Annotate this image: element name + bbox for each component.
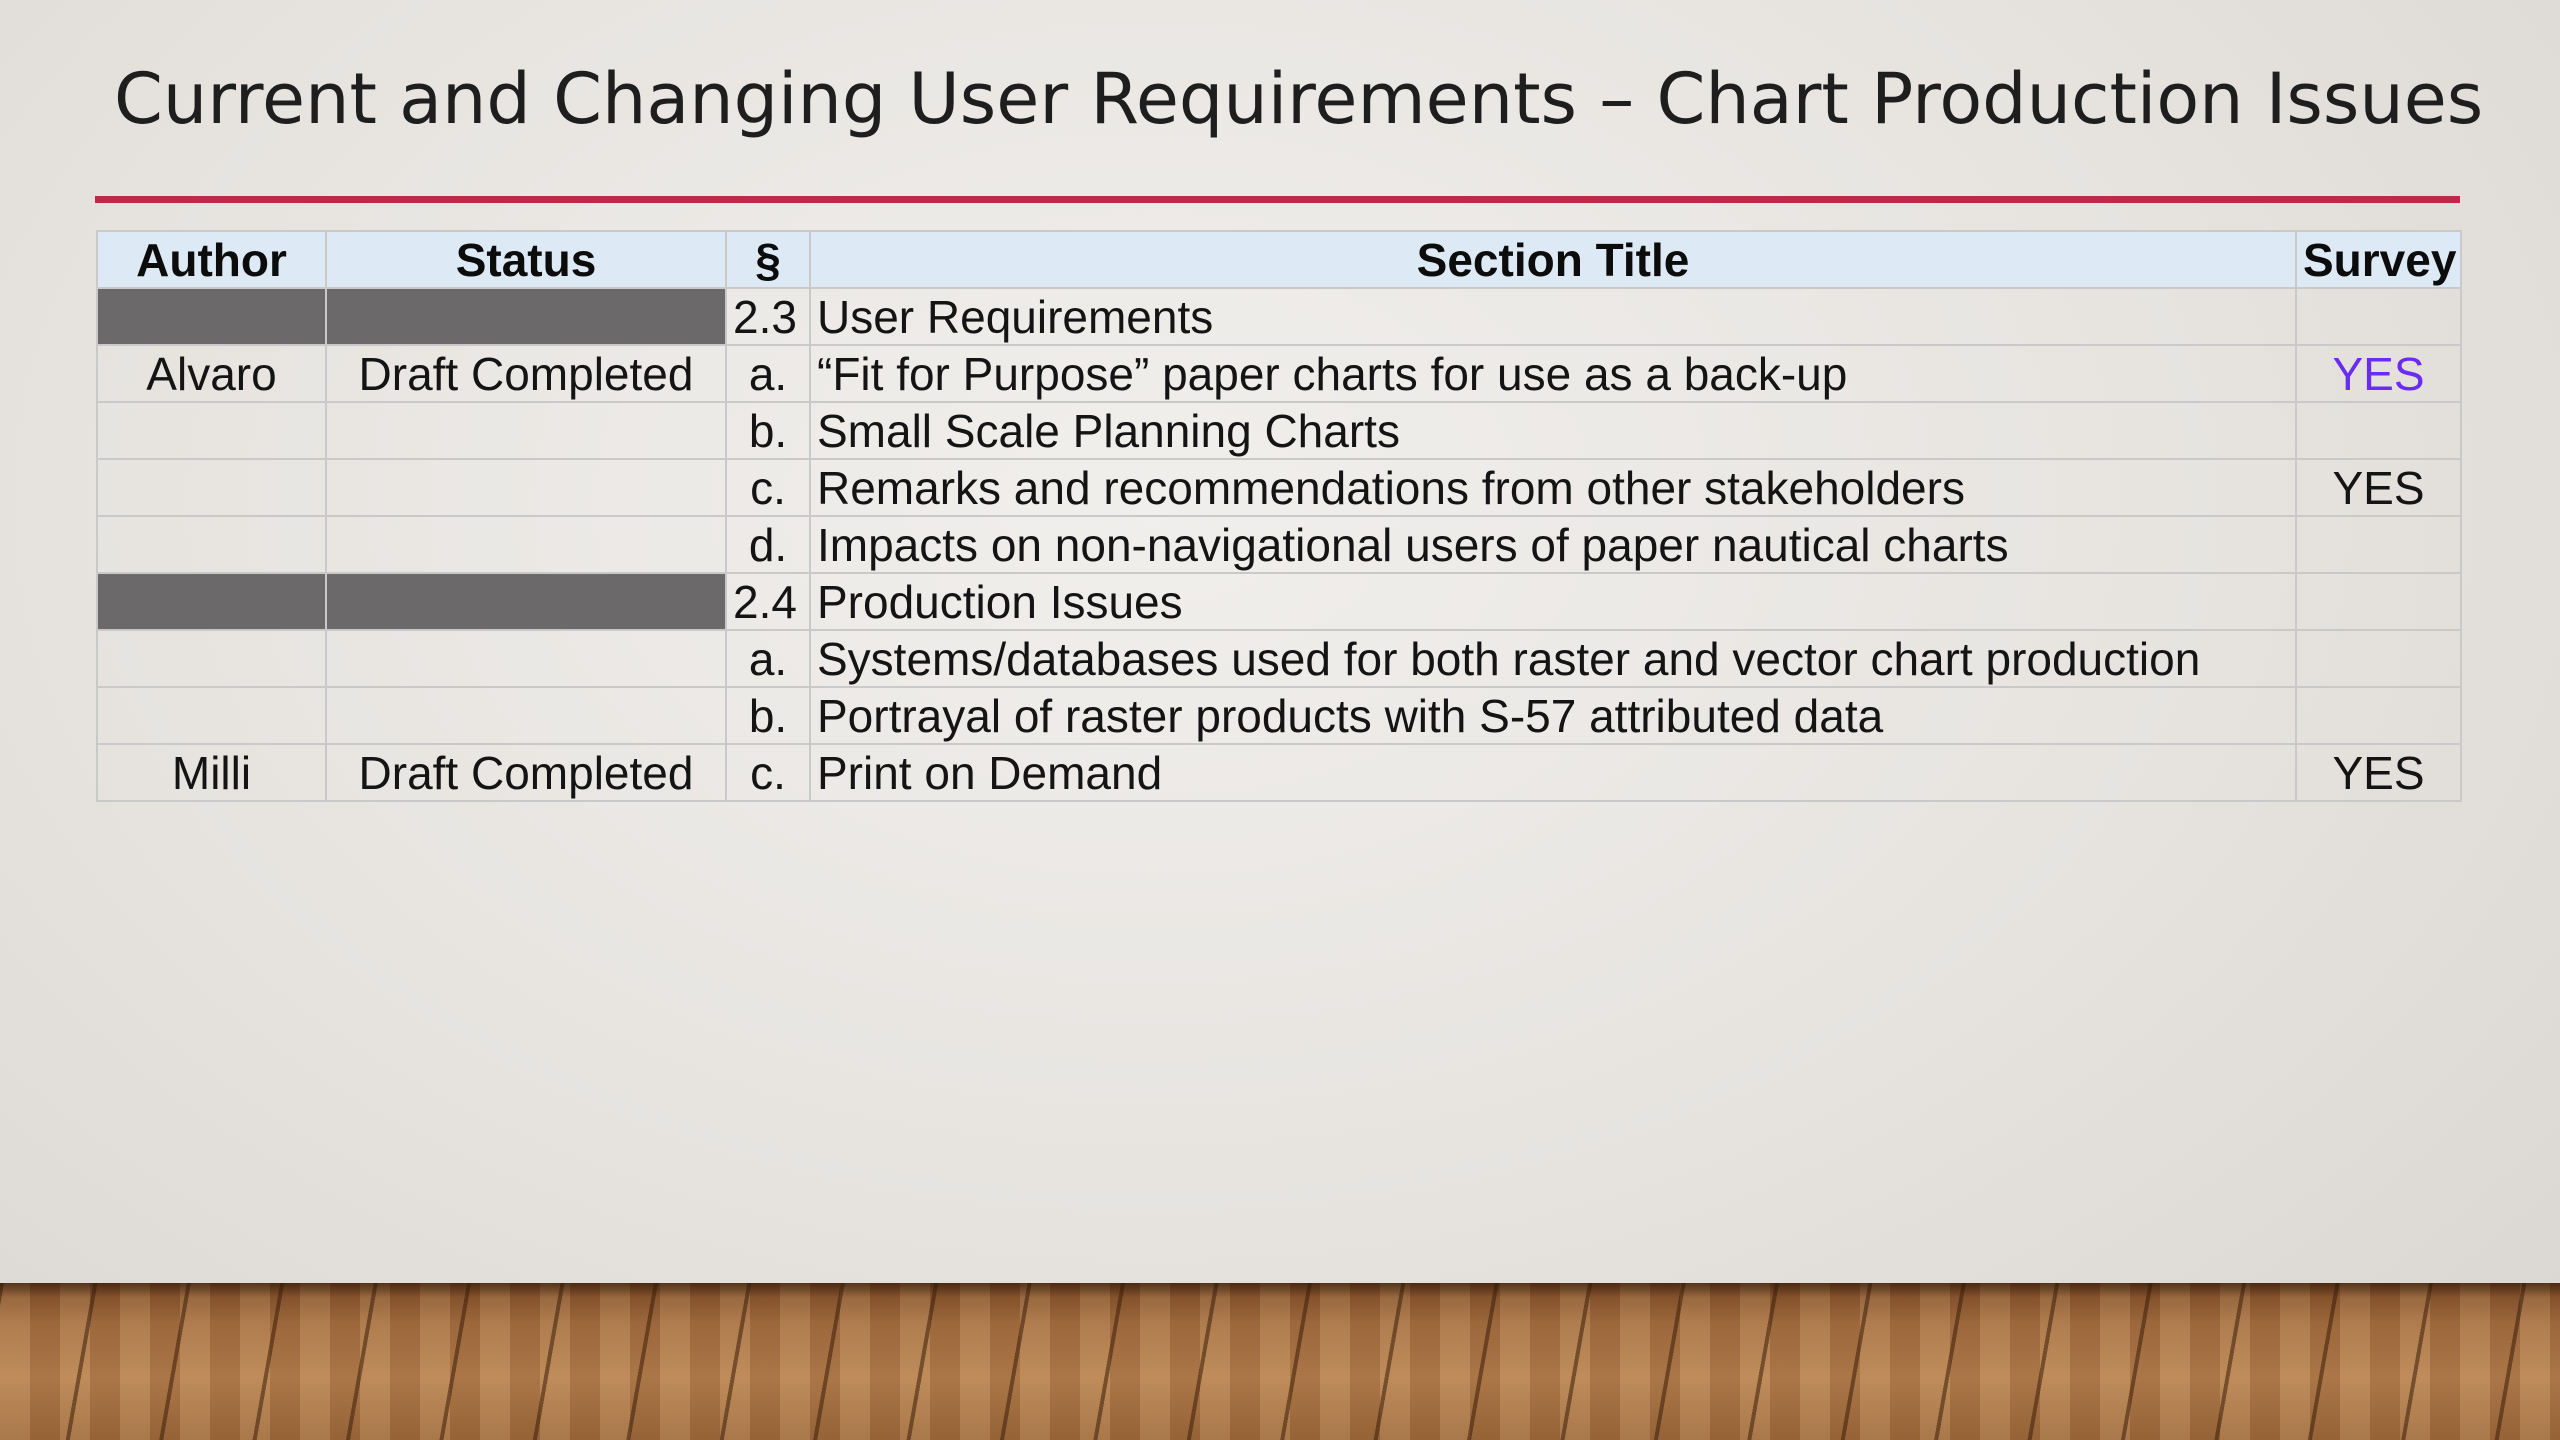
status-cell xyxy=(325,572,727,631)
survey-cell: YES xyxy=(2295,743,2462,802)
section-number-cell: b. xyxy=(725,686,811,745)
sections-table: Author Status § Section Title Survey 2.3… xyxy=(96,230,2462,802)
survey-cell xyxy=(2295,572,2462,631)
table-row: Milli Draft Completed c. Print on Demand YES xyxy=(96,743,2462,802)
section-title-cell: Systems/databases used for both raster a… xyxy=(809,629,2297,688)
status-cell xyxy=(325,401,727,460)
section-title-cell: Print on Demand xyxy=(809,743,2297,802)
survey-cell: YES xyxy=(2295,458,2462,517)
author-cell xyxy=(96,686,327,745)
status-cell xyxy=(325,458,727,517)
section-number-cell: c. xyxy=(725,743,811,802)
slide-title: Current and Changing User Requirements –… xyxy=(114,58,2484,140)
survey-cell xyxy=(2295,287,2462,346)
survey-cell: YES xyxy=(2295,344,2462,403)
section-title-cell: “Fit for Purpose” paper charts for use a… xyxy=(809,344,2297,403)
section-number-cell: a. xyxy=(725,629,811,688)
table-header-row: Author Status § Section Title Survey xyxy=(96,230,2462,289)
status-cell: Draft Completed xyxy=(325,743,727,802)
table-row: b. Small Scale Planning Charts xyxy=(96,401,2462,460)
title-divider xyxy=(95,196,2460,203)
section-title-cell: User Requirements xyxy=(809,287,2297,346)
survey-cell xyxy=(2295,401,2462,460)
table-row: d. Impacts on non-navigational users of p… xyxy=(96,515,2462,574)
status-cell: Draft Completed xyxy=(325,344,727,403)
section-title-cell: Production Issues xyxy=(809,572,2297,631)
header-status: Status xyxy=(325,230,727,289)
header-section-title: Section Title xyxy=(809,230,2297,289)
survey-cell xyxy=(2295,686,2462,745)
section-title-cell: Impacts on non-navigational users of pap… xyxy=(809,515,2297,574)
status-cell xyxy=(325,515,727,574)
table-row: Alvaro Draft Completed a. “Fit for Purpose”… xyxy=(96,344,2462,403)
section-number-cell: a. xyxy=(725,344,811,403)
survey-cell xyxy=(2295,515,2462,574)
section-number-cell: 2.3 xyxy=(725,287,811,346)
table-body: 2.3 User Requirements Alvaro Draft Complete… xyxy=(96,287,2462,802)
section-row: 2.4 Production Issues xyxy=(96,572,2462,631)
section-number-cell: c. xyxy=(725,458,811,517)
author-cell: Alvaro xyxy=(96,344,327,403)
status-cell xyxy=(325,686,727,745)
section-number-cell: d. xyxy=(725,515,811,574)
floor-shadow xyxy=(0,1283,2560,1297)
author-cell xyxy=(96,515,327,574)
survey-cell xyxy=(2295,629,2462,688)
author-cell xyxy=(96,629,327,688)
author-cell xyxy=(96,287,327,346)
author-cell xyxy=(96,458,327,517)
header-author: Author xyxy=(96,230,327,289)
table-row: a. Systems/databases used for both raster… xyxy=(96,629,2462,688)
section-title-cell: Portrayal of raster products with S-57 a… xyxy=(809,686,2297,745)
author-cell xyxy=(96,572,327,631)
section-title-cell: Remarks and recommendations from other s… xyxy=(809,458,2297,517)
section-number-cell: 2.4 xyxy=(725,572,811,631)
status-cell xyxy=(325,287,727,346)
header-section-number: § xyxy=(725,230,811,289)
table-row: b. Portrayal of raster products with S-57… xyxy=(96,686,2462,745)
table-row: c. Remarks and recommendations from other… xyxy=(96,458,2462,517)
status-cell xyxy=(325,629,727,688)
section-number-cell: b. xyxy=(725,401,811,460)
wooden-floor-decoration xyxy=(0,1283,2560,1440)
author-cell: Milli xyxy=(96,743,327,802)
header-survey: Survey xyxy=(2295,230,2462,289)
section-row: 2.3 User Requirements xyxy=(96,287,2462,346)
author-cell xyxy=(96,401,327,460)
section-title-cell: Small Scale Planning Charts xyxy=(809,401,2297,460)
